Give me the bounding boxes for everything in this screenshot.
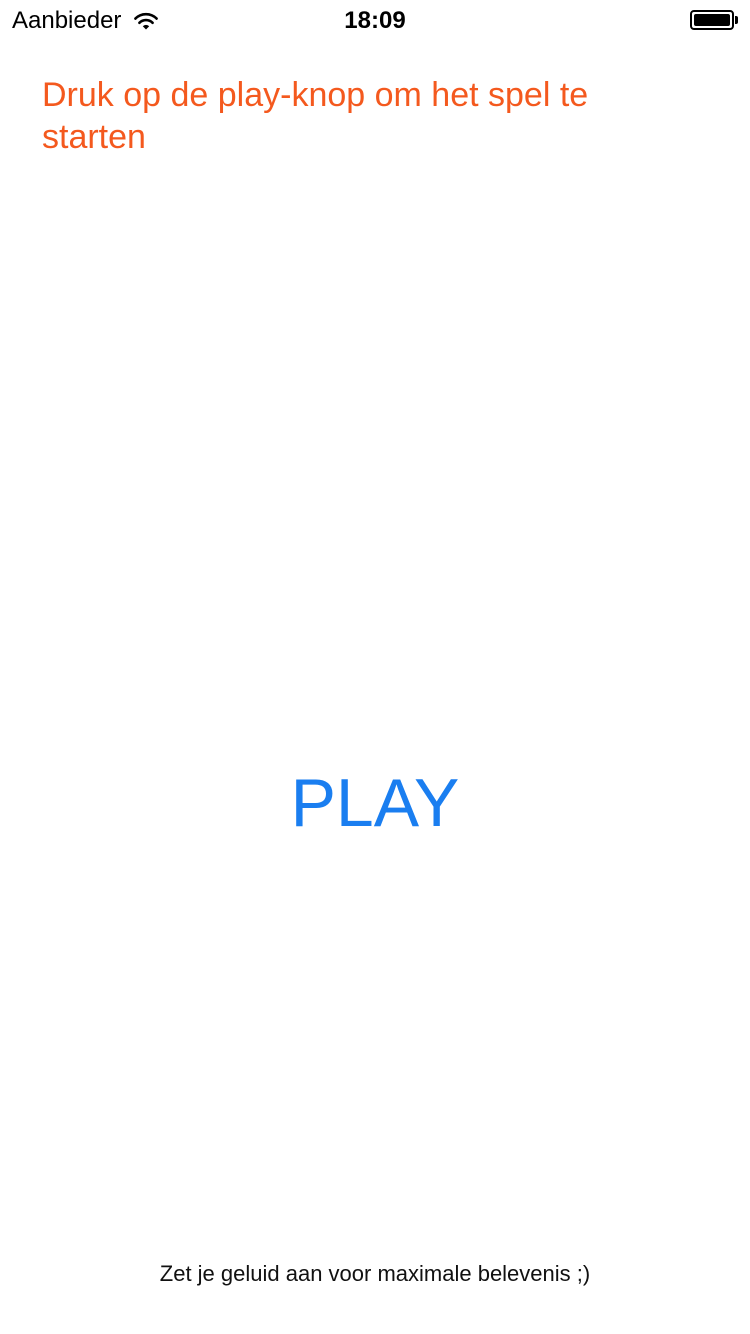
status-bar: Aanbieder 18:09 <box>0 0 750 40</box>
battery-tip <box>735 16 738 24</box>
play-button[interactable]: PLAY <box>225 755 525 851</box>
battery-icon <box>690 10 738 30</box>
sound-hint-text: Zet je geluid aan voor maximale beleveni… <box>159 1261 591 1286</box>
battery-body <box>690 10 734 30</box>
status-time: 18:09 <box>344 7 406 34</box>
battery-fill <box>694 14 730 26</box>
instruction-text: Druk op de play-knop om het spel te star… <box>42 76 589 156</box>
